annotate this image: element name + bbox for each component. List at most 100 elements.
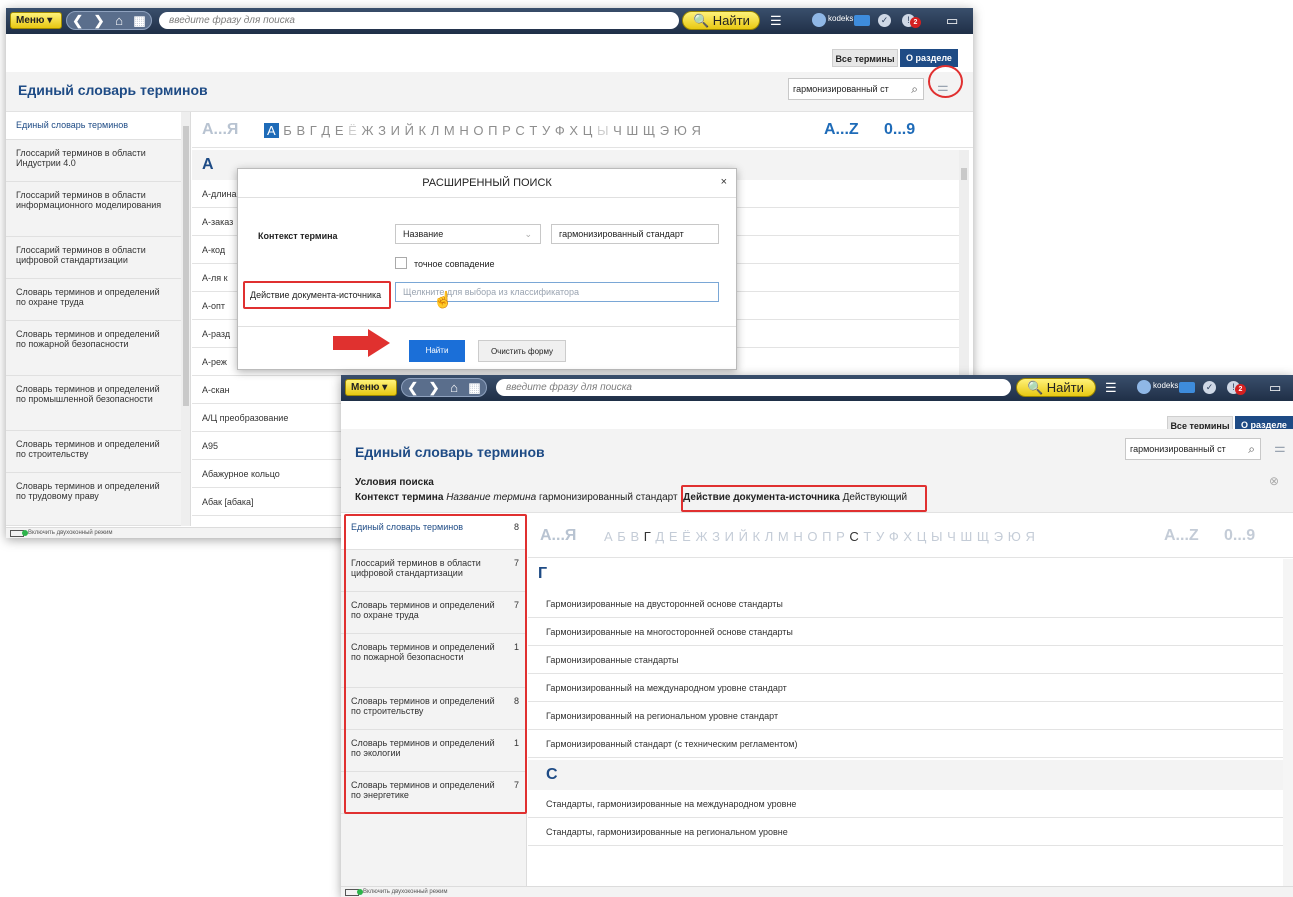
back-icon[interactable]: ❮ [407,380,418,396]
alpha-letter[interactable]: Л [431,123,440,138]
term-row[interactable]: Гармонизированные на многосторонней осно… [528,618,1283,646]
alpha-letter[interactable]: Ё [348,123,357,138]
term-search-input[interactable]: гармонизированный ст ⌕ [788,78,924,100]
forward-icon[interactable]: ❯ [429,380,440,396]
term-search-input[interactable]: гармонизированный ст ⌕ [1125,438,1261,460]
search-icon[interactable]: ⌕ [911,79,918,99]
term-row[interactable]: Гармонизированный на международном уровн… [528,674,1283,702]
chat-icon[interactable]: ▭ [946,12,958,29]
term-row[interactable]: Стандарты, гармонизированные на междунар… [528,790,1283,818]
term-list-scrollbar[interactable] [1283,559,1293,886]
search-icon[interactable]: ⌕ [1248,439,1255,459]
alpha-letter[interactable]: З [378,123,386,138]
alpha-range-en[interactable]: A...Z [824,121,859,139]
user-name[interactable]: kodeks [828,14,853,23]
alpha-range-ru[interactable]: А...Я [202,121,238,139]
term-row[interactable]: Гармонизированный на региональном уровне… [528,702,1283,730]
home-icon[interactable]: ⌂ [115,13,123,28]
alpha-letter[interactable]: Ц [583,123,593,138]
tab-about-section[interactable]: О разделе [900,49,958,67]
alpha-letter[interactable]: Б [283,123,292,138]
alpha-letter[interactable]: Ш [626,123,638,138]
alpha-letter[interactable]: У [542,123,551,138]
close-icon[interactable]: × [721,176,727,188]
term-row[interactable]: Гармонизированные стандарты [528,646,1283,674]
exact-match-label[interactable]: точное совпадение [414,259,495,269]
exact-match-checkbox[interactable] [395,257,407,269]
grid-icon[interactable]: ▦ [468,380,480,396]
forward-icon[interactable]: ❯ [94,13,105,29]
alpha-letter[interactable]: К [419,123,427,138]
user-name[interactable]: kodeks [1153,381,1178,390]
user-icon[interactable] [812,13,826,27]
alpha-letter[interactable]: Й [405,123,415,138]
alpha-letter[interactable]: Ч [613,123,622,138]
folder-icon[interactable] [1179,382,1195,393]
alpha-range-num[interactable]: 0...9 [884,121,915,139]
sidebar-item[interactable]: Единый словарь терминов [6,112,181,140]
alpha-range-en: A...Z [1164,527,1199,544]
advanced-search-icon[interactable]: ⚌ [1274,440,1286,456]
menu-button[interactable]: Меню ▾ [345,379,397,396]
folder-icon[interactable] [854,15,870,26]
alpha-letter[interactable]: Ы [597,123,609,138]
alpha-letter[interactable]: Н [459,123,469,138]
menu-button[interactable]: Меню ▾ [10,12,62,29]
hamburger-icon[interactable]: ☰ [770,12,782,29]
tab-all-terms[interactable]: Все термины [832,49,898,67]
clear-form-button[interactable]: Очистить форму [478,340,566,362]
clear-conditions-icon[interactable]: ⊗ [1269,474,1279,488]
context-select[interactable]: Название ⌄ [395,224,541,244]
alpha-letter[interactable]: Ф [555,123,565,138]
alpha-letter[interactable]: В [296,123,305,138]
alpha-letter[interactable]: И [391,123,401,138]
sidebar-scrollbar[interactable] [181,112,190,526]
global-search-input[interactable]: введите фразу для поиска [496,379,1011,396]
sidebar-item[interactable]: Словарь терминов и определений по охране… [6,279,181,321]
find-submit-button[interactable]: Найти [409,340,465,362]
sidebar-item[interactable]: Словарь терминов и определений по пожарн… [6,321,181,376]
alpha-letter[interactable]: С [849,529,859,544]
alpha-letter[interactable]: Я [691,123,701,138]
back-icon[interactable]: ❮ [72,13,83,29]
term-row[interactable]: Стандарты, гармонизированные на регионал… [528,818,1283,846]
sidebar-item[interactable]: Глоссарий терминов в области информацион… [6,182,181,237]
alpha-letter[interactable]: Э [660,123,670,138]
global-search-input[interactable]: введите фразу для поиска [159,12,679,29]
clock-icon[interactable]: ✓ [878,14,891,27]
alpha-letter[interactable]: Т [529,123,537,138]
context-value-input[interactable]: гармонизированный стандарт [551,224,719,244]
home-icon[interactable]: ⌂ [450,380,458,395]
alpha-letter[interactable]: П [488,123,498,138]
sidebar-item[interactable]: Словарь терминов и определений по промыш… [6,376,181,431]
alpha-letter[interactable]: Д [321,123,330,138]
alpha-letter[interactable]: С [515,123,525,138]
chat-icon[interactable]: ▭ [1269,379,1281,396]
alpha-letter[interactable]: Щ [643,123,656,138]
sidebar-item[interactable]: Словарь терминов и определений по строит… [6,431,181,473]
alpha-letter[interactable]: О [473,123,484,138]
alpha-range-ru[interactable]: А...Я [540,527,576,545]
alpha-letter[interactable]: Г [644,529,652,544]
clock-icon[interactable]: ✓ [1203,381,1216,394]
alpha-letter[interactable]: Х [569,123,578,138]
term-row[interactable]: Гармонизированные на двусторонней основе… [528,590,1283,618]
alpha-letter[interactable]: М [444,123,455,138]
alpha-letter[interactable]: Г [310,123,318,138]
find-button[interactable]: 🔍 Найти [1016,378,1096,397]
hamburger-icon[interactable]: ☰ [1105,379,1117,396]
term-row[interactable]: Гармонизированный стандарт (с технически… [528,730,1283,758]
dual-window-toggle[interactable]: Включить двухоконный режим [341,886,1293,897]
alpha-letter[interactable]: Ю [674,123,688,138]
alpha-letter[interactable]: Е [335,123,344,138]
find-button[interactable]: 🔍 Найти [682,11,760,30]
sidebar-item[interactable]: Глоссарий терминов в области Индустрии 4… [6,140,181,182]
term-list-scrollbar[interactable] [959,150,969,385]
grid-icon[interactable]: ▦ [133,13,145,29]
sidebar-item[interactable]: Глоссарий терминов в области цифровой ст… [6,237,181,279]
sidebar-item[interactable]: Словарь терминов и определений по трудов… [6,473,181,526]
alpha-letter[interactable]: Ж [361,123,374,138]
user-icon[interactable] [1137,380,1151,394]
alpha-letter[interactable]: А [264,123,280,138]
alpha-letter[interactable]: Р [502,123,511,138]
